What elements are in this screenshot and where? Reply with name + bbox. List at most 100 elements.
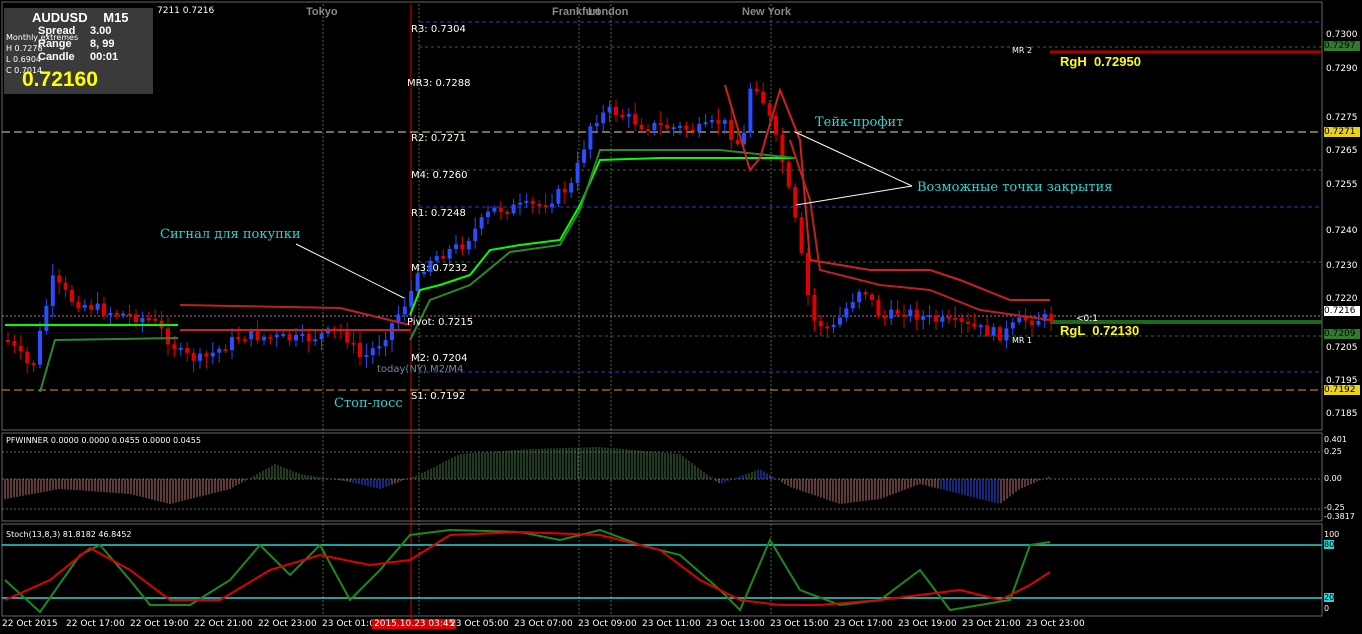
candle-body	[313, 339, 318, 342]
candle-body	[6, 340, 10, 342]
candle-body	[754, 88, 759, 92]
candle-body	[562, 189, 567, 193]
candle-body	[281, 334, 286, 337]
candle-body	[18, 345, 23, 352]
candle-body	[12, 341, 17, 346]
pivot-r1: R1: 0.7248	[411, 208, 466, 219]
candle-body	[198, 353, 202, 361]
spread-value: 3.00	[90, 25, 112, 37]
candle-body	[479, 217, 484, 229]
candle-body	[998, 327, 1002, 341]
candle-body	[588, 126, 593, 150]
pivot-r3: R3: 0.7304	[411, 24, 466, 35]
info-panel: AUDUSD M15 Monthly extremes H 0.7278 L 0…	[4, 8, 153, 94]
candle-body	[370, 348, 375, 356]
candle-body	[946, 316, 951, 319]
pivot-mr3: MR3: 0.7288	[407, 78, 471, 89]
candle-body	[882, 316, 887, 319]
annotation-close-points: Возможные точки закрытия	[917, 180, 1113, 195]
candle-body	[582, 149, 586, 163]
spread-label: Spread	[38, 25, 76, 37]
candle-body	[722, 120, 727, 124]
candle-body	[255, 330, 260, 341]
timeframe: M15	[103, 10, 129, 25]
candle-body	[38, 330, 42, 365]
session-newyork: New York	[742, 6, 792, 18]
annotation-buy-signal: Сигнал для покупки	[160, 227, 301, 242]
symbol: AUDUSD	[32, 10, 88, 25]
candle-body	[665, 124, 670, 129]
rgl-label: RgL 0.72130	[1060, 323, 1140, 338]
pivot-r2: R2: 0.7271	[411, 133, 466, 144]
candle-body	[498, 207, 503, 213]
candle-body	[345, 329, 350, 343]
candle-label: Candle	[38, 51, 75, 63]
annotation-arrows	[295, 131, 913, 299]
badge-current: 0.7216	[1324, 306, 1360, 316]
candle-body	[121, 313, 126, 316]
candle-body	[658, 122, 663, 125]
candle-body	[697, 123, 702, 132]
candle-body	[409, 290, 414, 307]
candle-body	[575, 162, 580, 183]
candle-body	[217, 348, 222, 353]
candle-body	[358, 342, 362, 357]
candle-body	[287, 334, 292, 341]
candle-body	[434, 256, 439, 261]
candle-body	[902, 314, 906, 317]
candle-body	[870, 294, 874, 300]
candle-body	[390, 323, 394, 341]
candle-body	[70, 289, 74, 303]
candle-body	[95, 303, 100, 310]
candle-body	[556, 189, 561, 204]
badge-s1: 0.7192	[1324, 385, 1360, 395]
candle-body	[639, 124, 644, 130]
stoch-k-line	[4, 528, 1051, 614]
candle-body	[735, 139, 740, 145]
badge-mr2: 0.7297	[1324, 41, 1360, 51]
candle-body	[460, 244, 465, 250]
candle-body	[441, 256, 446, 259]
candle-body	[818, 320, 823, 327]
candle-body	[972, 323, 977, 327]
candle-body	[454, 244, 458, 249]
candle-body	[524, 200, 529, 203]
candle-body	[134, 314, 138, 323]
candle-value: 00:01	[90, 51, 119, 63]
candle-body	[57, 275, 62, 283]
annotation-take-profit: Тейк-профит	[815, 115, 904, 130]
candle-body	[268, 336, 273, 339]
badge-r2: 0.7271	[1324, 127, 1360, 137]
stochastic-lines	[4, 528, 1051, 614]
candle-body	[114, 312, 119, 315]
candle-body	[146, 318, 151, 321]
main-chart[interactable]	[0, 0, 1362, 634]
time-cursor-label: 2015.10.23 03:45	[372, 619, 457, 629]
candle-body	[1017, 317, 1022, 323]
candle-body	[671, 127, 676, 130]
candle-body	[774, 115, 778, 135]
pfwinner-histogram	[4, 447, 1050, 504]
candle-body	[761, 91, 766, 104]
candle-body	[466, 241, 471, 250]
stoch-title: Stoch(13,8,3) 81.8182 46.8452	[6, 530, 132, 539]
candle-body	[934, 315, 938, 322]
candle-body	[89, 304, 94, 310]
price-axis: 0.7300 0.7290 0.7275 0.7265 0.7255 0.724…	[1324, 0, 1362, 430]
candle-body	[44, 305, 49, 331]
candle-body	[63, 282, 68, 290]
candle-body	[799, 217, 804, 253]
candle-body	[927, 315, 932, 318]
candle-body	[319, 333, 324, 340]
candle-body	[601, 112, 606, 124]
current-price: 0.72160	[22, 68, 98, 91]
candle-body	[127, 313, 132, 316]
candle-body	[767, 103, 772, 116]
candle-body	[383, 340, 388, 347]
pivot-pivot: Pivot: 0.7215	[407, 317, 474, 328]
candle-body	[626, 114, 631, 117]
candle-body	[748, 88, 753, 133]
candle-body	[300, 334, 305, 337]
candle-body	[569, 182, 574, 193]
candle-body	[31, 363, 36, 366]
